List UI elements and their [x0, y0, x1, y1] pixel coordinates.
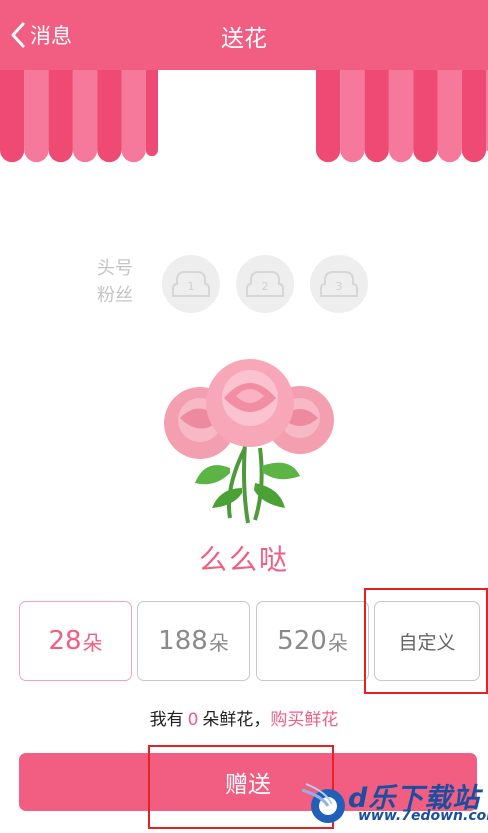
curtain-stripe	[72, 70, 98, 163]
top-fans-label: 头号 粉丝	[97, 258, 133, 306]
curtain-stripe	[97, 70, 122, 163]
option-520[interactable]: 520 朵	[256, 601, 369, 681]
flower-count: 0	[187, 710, 199, 730]
option-188[interactable]: 188 朵	[137, 601, 250, 681]
inventory-prefix: 我有	[149, 710, 184, 730]
curtain-stripe	[145, 70, 158, 157]
svg-text:2: 2	[262, 280, 269, 293]
curtain-stripe	[316, 70, 341, 163]
fan-seat-2[interactable]: 2	[236, 255, 294, 313]
option-number: 28	[48, 626, 82, 656]
curtain-stripe	[413, 70, 438, 163]
site-logo-icon	[302, 783, 345, 823]
curtain-stripe	[388, 70, 414, 163]
custom-label: 自定义	[398, 631, 456, 654]
option-number: 520	[277, 626, 327, 656]
fan-seat-1[interactable]: 1	[162, 255, 220, 313]
flower-name: 么么哒	[198, 543, 289, 576]
option-number: 188	[158, 626, 208, 656]
svg-text:1: 1	[188, 280, 195, 293]
curtain-stripe	[48, 70, 73, 163]
inventory-line: 我有 0 朵鲜花，购买鲜花	[0, 705, 488, 730]
quantity-options: 28 朵 188 朵 520 朵 自定义	[19, 601, 481, 681]
curtain-stripe	[461, 70, 487, 163]
curtain-decoration	[0, 70, 488, 163]
svg-text:3: 3	[336, 280, 343, 293]
curtain-stripe	[0, 70, 25, 163]
option-28[interactable]: 28 朵	[19, 601, 132, 681]
rose-bouquet-image	[164, 359, 334, 524]
top-fans: 头号 粉丝 1 2 3	[90, 255, 390, 315]
curtain-stripe	[437, 70, 462, 163]
curtain-stripe	[364, 70, 389, 163]
sofa-icon: 2	[246, 271, 284, 297]
watermark-url: www.7edown.com	[358, 808, 488, 824]
inventory-suffix: 朵鲜花，	[202, 710, 271, 730]
option-unit: 朵	[208, 630, 229, 655]
fan-seat-3[interactable]: 3	[310, 255, 368, 313]
sofa-icon: 3	[320, 271, 358, 297]
curtain-stripe	[121, 70, 146, 163]
sofa-icon: 1	[172, 271, 210, 297]
watermark: d乐下载站 www.7edown.com	[300, 768, 488, 833]
page-title: 送花	[221, 26, 267, 52]
curtain-stripe	[340, 70, 365, 163]
option-custom[interactable]: 自定义	[374, 601, 480, 681]
option-unit: 朵	[82, 630, 103, 655]
top-bar: 消息 送花	[0, 0, 488, 70]
curtain-stripe	[24, 70, 49, 163]
buy-flowers-link[interactable]: 购买鲜花	[270, 710, 338, 730]
option-unit: 朵	[327, 630, 348, 655]
